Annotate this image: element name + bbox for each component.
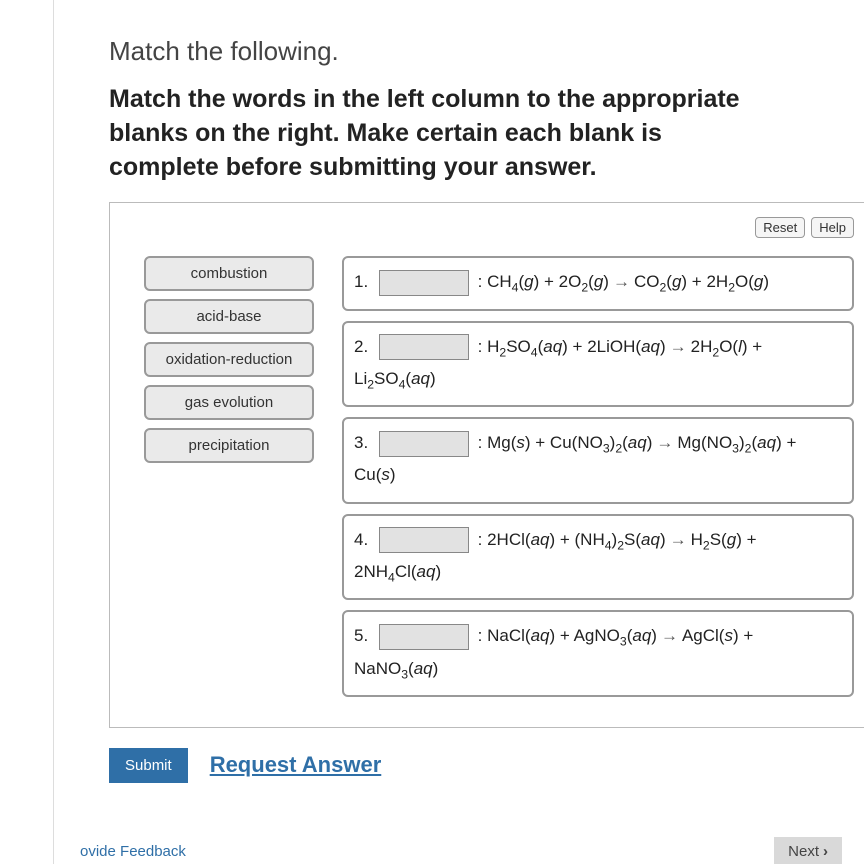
eq-text: : CH4(g) + 2O2(g)→CO2(g) + 2H2O(g)	[478, 272, 769, 291]
tag-gas-evolution[interactable]: gas evolution	[144, 385, 314, 420]
equation-3: 3. : Mg(s) + Cu(NO3)2(aq)→Mg(NO3)2(aq) +…	[342, 417, 854, 504]
tag-oxidation-reduction[interactable]: oxidation-reduction	[144, 342, 314, 377]
eq-num: 1.	[354, 272, 368, 291]
next-button[interactable]: Next ›	[774, 837, 842, 864]
tag-combustion[interactable]: combustion	[144, 256, 314, 291]
chevron-right-icon: ›	[823, 843, 828, 860]
eq-num: 3.	[354, 433, 368, 452]
blank-2[interactable]	[379, 334, 469, 360]
reset-button[interactable]: Reset	[755, 217, 805, 238]
match-container: Reset Help combustion acid-base oxidatio…	[109, 202, 864, 728]
equation-4: 4. : 2HCl(aq) + (NH4)2S(aq)→H2S(g) + 2NH…	[342, 514, 854, 601]
next-label: Next	[788, 843, 819, 860]
eq-num: 2.	[354, 337, 368, 356]
tag-acid-base[interactable]: acid-base	[144, 299, 314, 334]
blank-1[interactable]	[379, 270, 469, 296]
equation-1: 1. : CH4(g) + 2O2(g)→CO2(g) + 2H2O(g)	[342, 256, 854, 310]
blank-5[interactable]	[379, 624, 469, 650]
help-button[interactable]: Help	[811, 217, 854, 238]
equation-column: 1. : CH4(g) + 2O2(g)→CO2(g) + 2H2O(g) 2.…	[342, 256, 854, 697]
tag-precipitation[interactable]: precipitation	[144, 428, 314, 463]
submit-button[interactable]: Submit	[109, 748, 188, 783]
request-answer-link[interactable]: Request Answer	[210, 752, 382, 778]
tag-column: combustion acid-base oxidation-reduction…	[144, 256, 314, 697]
equation-2: 2. : H2SO4(aq) + 2LiOH(aq)→2H2O(l) + Li2…	[342, 321, 854, 408]
equation-5: 5. : NaCl(aq) + AgNO3(aq)→AgCl(s) + NaNO…	[342, 610, 854, 697]
eq-num: 5.	[354, 626, 368, 645]
blank-4[interactable]	[379, 527, 469, 553]
blank-3[interactable]	[379, 431, 469, 457]
provide-feedback-link[interactable]: ovide Feedback	[80, 843, 186, 860]
eq-num: 4.	[354, 530, 368, 549]
question-title: Match the following.	[109, 36, 864, 67]
question-instruction: Match the words in the left column to th…	[109, 83, 744, 184]
